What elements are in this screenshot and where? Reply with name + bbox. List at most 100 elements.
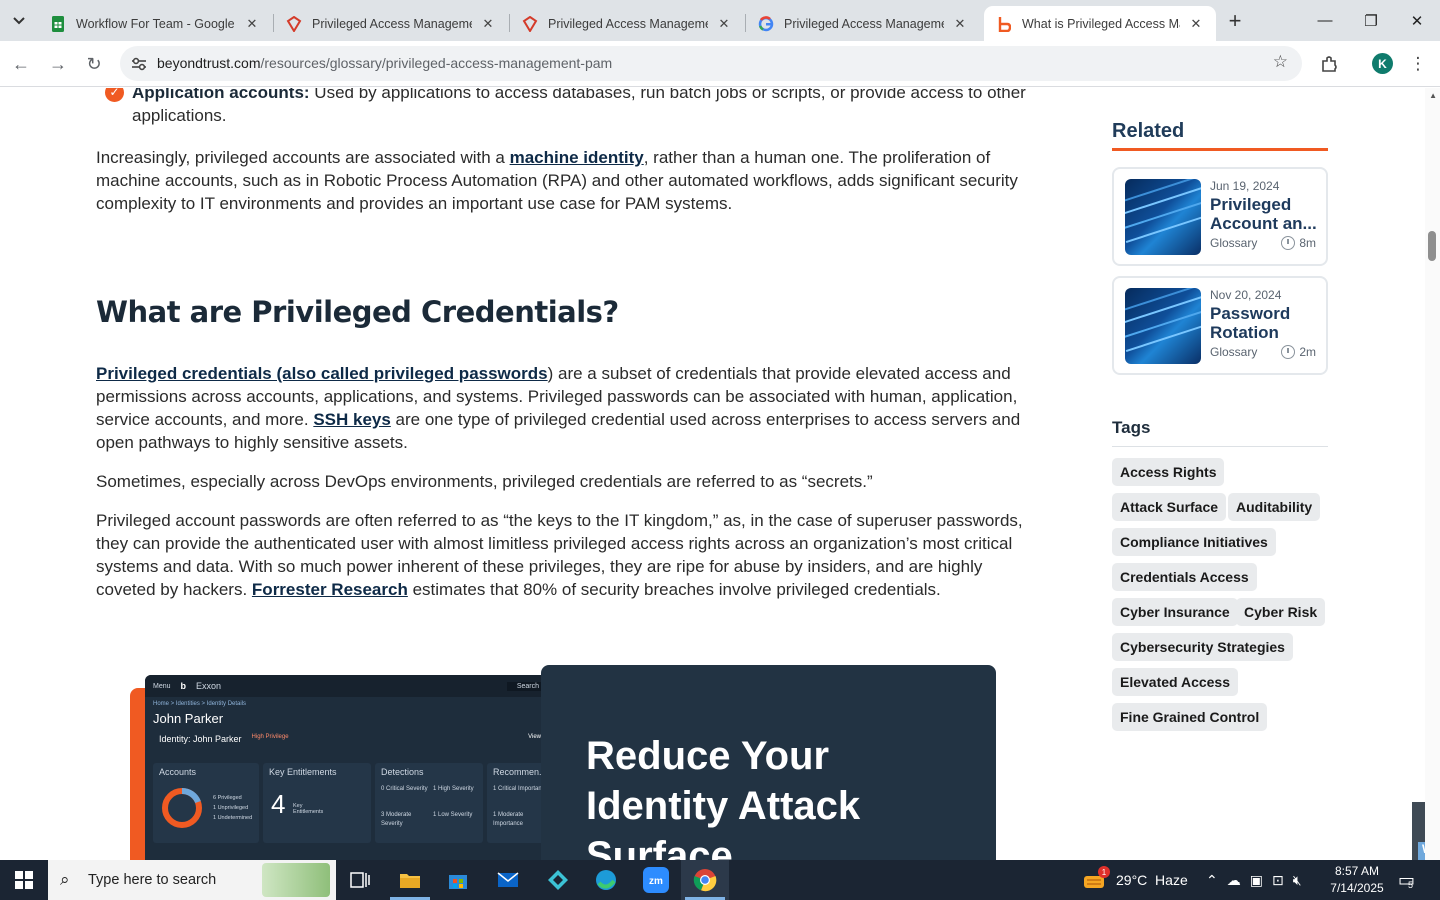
panel-title: Detections — [381, 767, 424, 777]
close-icon[interactable]: ✕ — [952, 16, 968, 32]
zoom-icon[interactable]: zm — [632, 860, 680, 900]
maximize-button[interactable]: ❐ — [1348, 0, 1394, 41]
legend-item: 1 Unprivileged — [213, 805, 249, 811]
tab-title: Privileged Access Management — [548, 16, 708, 31]
network-icon[interactable]: ⊡ — [1272, 872, 1284, 889]
clock-icon — [1281, 236, 1296, 250]
reload-button[interactable]: ↻ — [79, 49, 109, 79]
chevron-up-icon[interactable]: ⌃ — [1206, 872, 1218, 889]
windows-start-icon[interactable] — [0, 860, 48, 900]
tags-divider — [1112, 446, 1328, 447]
taskbar-search[interactable]: ⌕ Type here to search — [48, 860, 336, 900]
banner-dashboard-screenshot: Menu b Exxon Search Home > Identities > … — [145, 675, 555, 860]
ssh-keys-link[interactable]: SSH keys — [313, 410, 391, 429]
mail-icon[interactable] — [484, 860, 532, 900]
beyondtrust-icon — [996, 16, 1012, 32]
close-icon[interactable]: ✕ — [480, 16, 496, 32]
related-card[interactable]: Nov 20, 2024 Password Rotation Glossary … — [1112, 276, 1328, 375]
tag-cyber-insurance[interactable]: Cyber Insurance — [1112, 598, 1238, 626]
tag-attack-surface[interactable]: Attack Surface — [1112, 493, 1227, 521]
tag-credentials-access[interactable]: Credentials Access — [1112, 563, 1257, 591]
tag-fine-grained-control[interactable]: Fine Grained Control — [1112, 703, 1268, 731]
paragraph-machine-identity: Increasingly, privileged accounts are as… — [96, 146, 1046, 215]
dashboard-view: View — [528, 734, 541, 740]
back-button[interactable]: ← — [6, 49, 36, 79]
extensions-icon[interactable] — [1314, 49, 1344, 79]
application-accounts-item: Application accounts: Used by applicatio… — [132, 88, 1032, 127]
file-explorer-icon[interactable] — [386, 860, 434, 900]
dashboard-identity: Identity: John Parker — [159, 734, 242, 744]
system-tray: ⌃ ☁ ▣ ⊡ 🔇︎ — [1206, 860, 1302, 900]
entitlements-label: Key Entitlements — [293, 803, 324, 815]
url-path: /resources/glossary/privileged-access-ma… — [260, 55, 613, 71]
read-time-text: 8m — [1299, 236, 1316, 250]
bookmark-star-icon[interactable]: ☆ — [1273, 52, 1288, 72]
address-bar[interactable]: beyondtrust.com/resources/glossary/privi… — [120, 46, 1302, 81]
svg-text:zm: zm — [649, 876, 663, 887]
taskbar-clock[interactable]: 8:57 AM 7/14/2025 — [1322, 863, 1392, 897]
banner-cta[interactable]: Reduce Your Identity Attack Surface — [541, 665, 996, 860]
dashboard-identity-row: Identity: John Parker High Privilege Vie… — [145, 726, 555, 744]
site-settings-icon[interactable] — [128, 53, 150, 75]
scroll-thumb[interactable] — [1428, 231, 1436, 261]
close-icon[interactable]: ✕ — [716, 16, 732, 32]
dashboard-menu: Menu — [153, 682, 171, 690]
entitlements-count: 4 — [271, 789, 286, 819]
edge-browser-icon[interactable] — [582, 860, 630, 900]
tab-workflow-sheets[interactable]: Workflow For Team - Google Sheets ✕ — [38, 6, 272, 41]
tab-title: What is Privileged Access Management — [1022, 16, 1180, 31]
weather-alert-badge: 1 — [1098, 866, 1110, 878]
search-icon: ⌕ — [60, 870, 70, 889]
close-icon[interactable]: ✕ — [1188, 16, 1204, 32]
notification-center-icon[interactable]: ▭ 5 — [1398, 860, 1415, 900]
forrester-research-link[interactable]: Forrester Research — [252, 580, 408, 599]
new-tab-button[interactable]: + — [1222, 8, 1248, 34]
forward-button[interactable]: → — [43, 49, 73, 79]
tag-access-rights[interactable]: Access Rights — [1112, 458, 1225, 486]
tag-compliance-initiatives[interactable]: Compliance Initiatives — [1112, 528, 1276, 556]
task-view-icon[interactable] — [336, 860, 384, 900]
tab-pam-2[interactable]: Privileged Access Management ✕ — [510, 6, 744, 41]
privileged-credentials-link[interactable]: Privileged credentials (also called priv… — [96, 364, 548, 383]
scroll-up-arrow-icon[interactable]: ▲ — [1429, 91, 1437, 100]
card-category: Glossary — [1210, 345, 1258, 359]
tag-elevated-access[interactable]: Elevated Access — [1112, 668, 1238, 696]
tab-pam-google[interactable]: Privileged Access Management ✕ — [746, 6, 980, 41]
close-icon[interactable]: ✕ — [244, 16, 260, 32]
volume-muted-icon[interactable]: 🔇︎ — [1293, 872, 1302, 889]
detection-item: 1 High Severity — [433, 786, 474, 792]
app-diamond-icon[interactable] — [534, 860, 582, 900]
tag-cybersecurity-strategies[interactable]: Cybersecurity Strategies — [1112, 633, 1293, 661]
menu-kebab-icon[interactable]: ⋮ — [1403, 49, 1433, 79]
close-window-button[interactable]: ✕ — [1394, 0, 1440, 41]
card-title[interactable]: Privileged Account an... — [1210, 195, 1318, 233]
card-read-time: 8m — [1281, 236, 1316, 250]
dashboard-org: Exxon — [196, 681, 222, 691]
related-divider — [1112, 148, 1328, 151]
application-accounts-label: Application accounts: — [132, 88, 310, 102]
weather-widget[interactable]: 1 29°C Haze — [1082, 860, 1188, 900]
read-time-text: 2m — [1299, 345, 1316, 359]
card-title[interactable]: Password Rotation — [1210, 304, 1318, 342]
dashboard-panel-entitlements: Key Entitlements 4 Key Entitlements — [263, 763, 371, 843]
paragraph-keys-to-kingdom: Privileged account passwords are often r… — [96, 509, 1046, 601]
tab-search-button[interactable] — [6, 8, 32, 34]
chrome-icon[interactable] — [681, 860, 729, 900]
cloud-icon[interactable]: ☁ — [1227, 872, 1241, 889]
page-scrollbar[interactable]: ▲ — [1425, 88, 1440, 860]
dashboard-risk: High Privilege — [251, 734, 289, 740]
tab-what-is-pam[interactable]: What is Privileged Access Management ✕ — [984, 6, 1216, 41]
microsoft-store-icon[interactable] — [434, 860, 482, 900]
search-placeholder: Type here to search — [88, 872, 217, 888]
tag-auditability[interactable]: Auditability — [1228, 493, 1321, 521]
security-icon[interactable]: ▣ — [1250, 872, 1263, 889]
related-card[interactable]: Jun 19, 2024 Privileged Account an... Gl… — [1112, 167, 1328, 266]
tag-cyber-risk[interactable]: Cyber Risk — [1236, 598, 1326, 626]
minimize-button[interactable]: — — [1302, 0, 1348, 41]
card-date: Jun 19, 2024 — [1210, 179, 1280, 193]
machine-identity-link[interactable]: machine identity — [510, 148, 644, 167]
profile-avatar[interactable]: K — [1372, 53, 1393, 74]
donut-chart-icon — [162, 787, 202, 828]
browser-toolbar: ← → ↻ beyondtrust.com/resources/glossary… — [0, 41, 1440, 87]
tab-pam-1[interactable]: Privileged Access Management ✕ — [274, 6, 508, 41]
